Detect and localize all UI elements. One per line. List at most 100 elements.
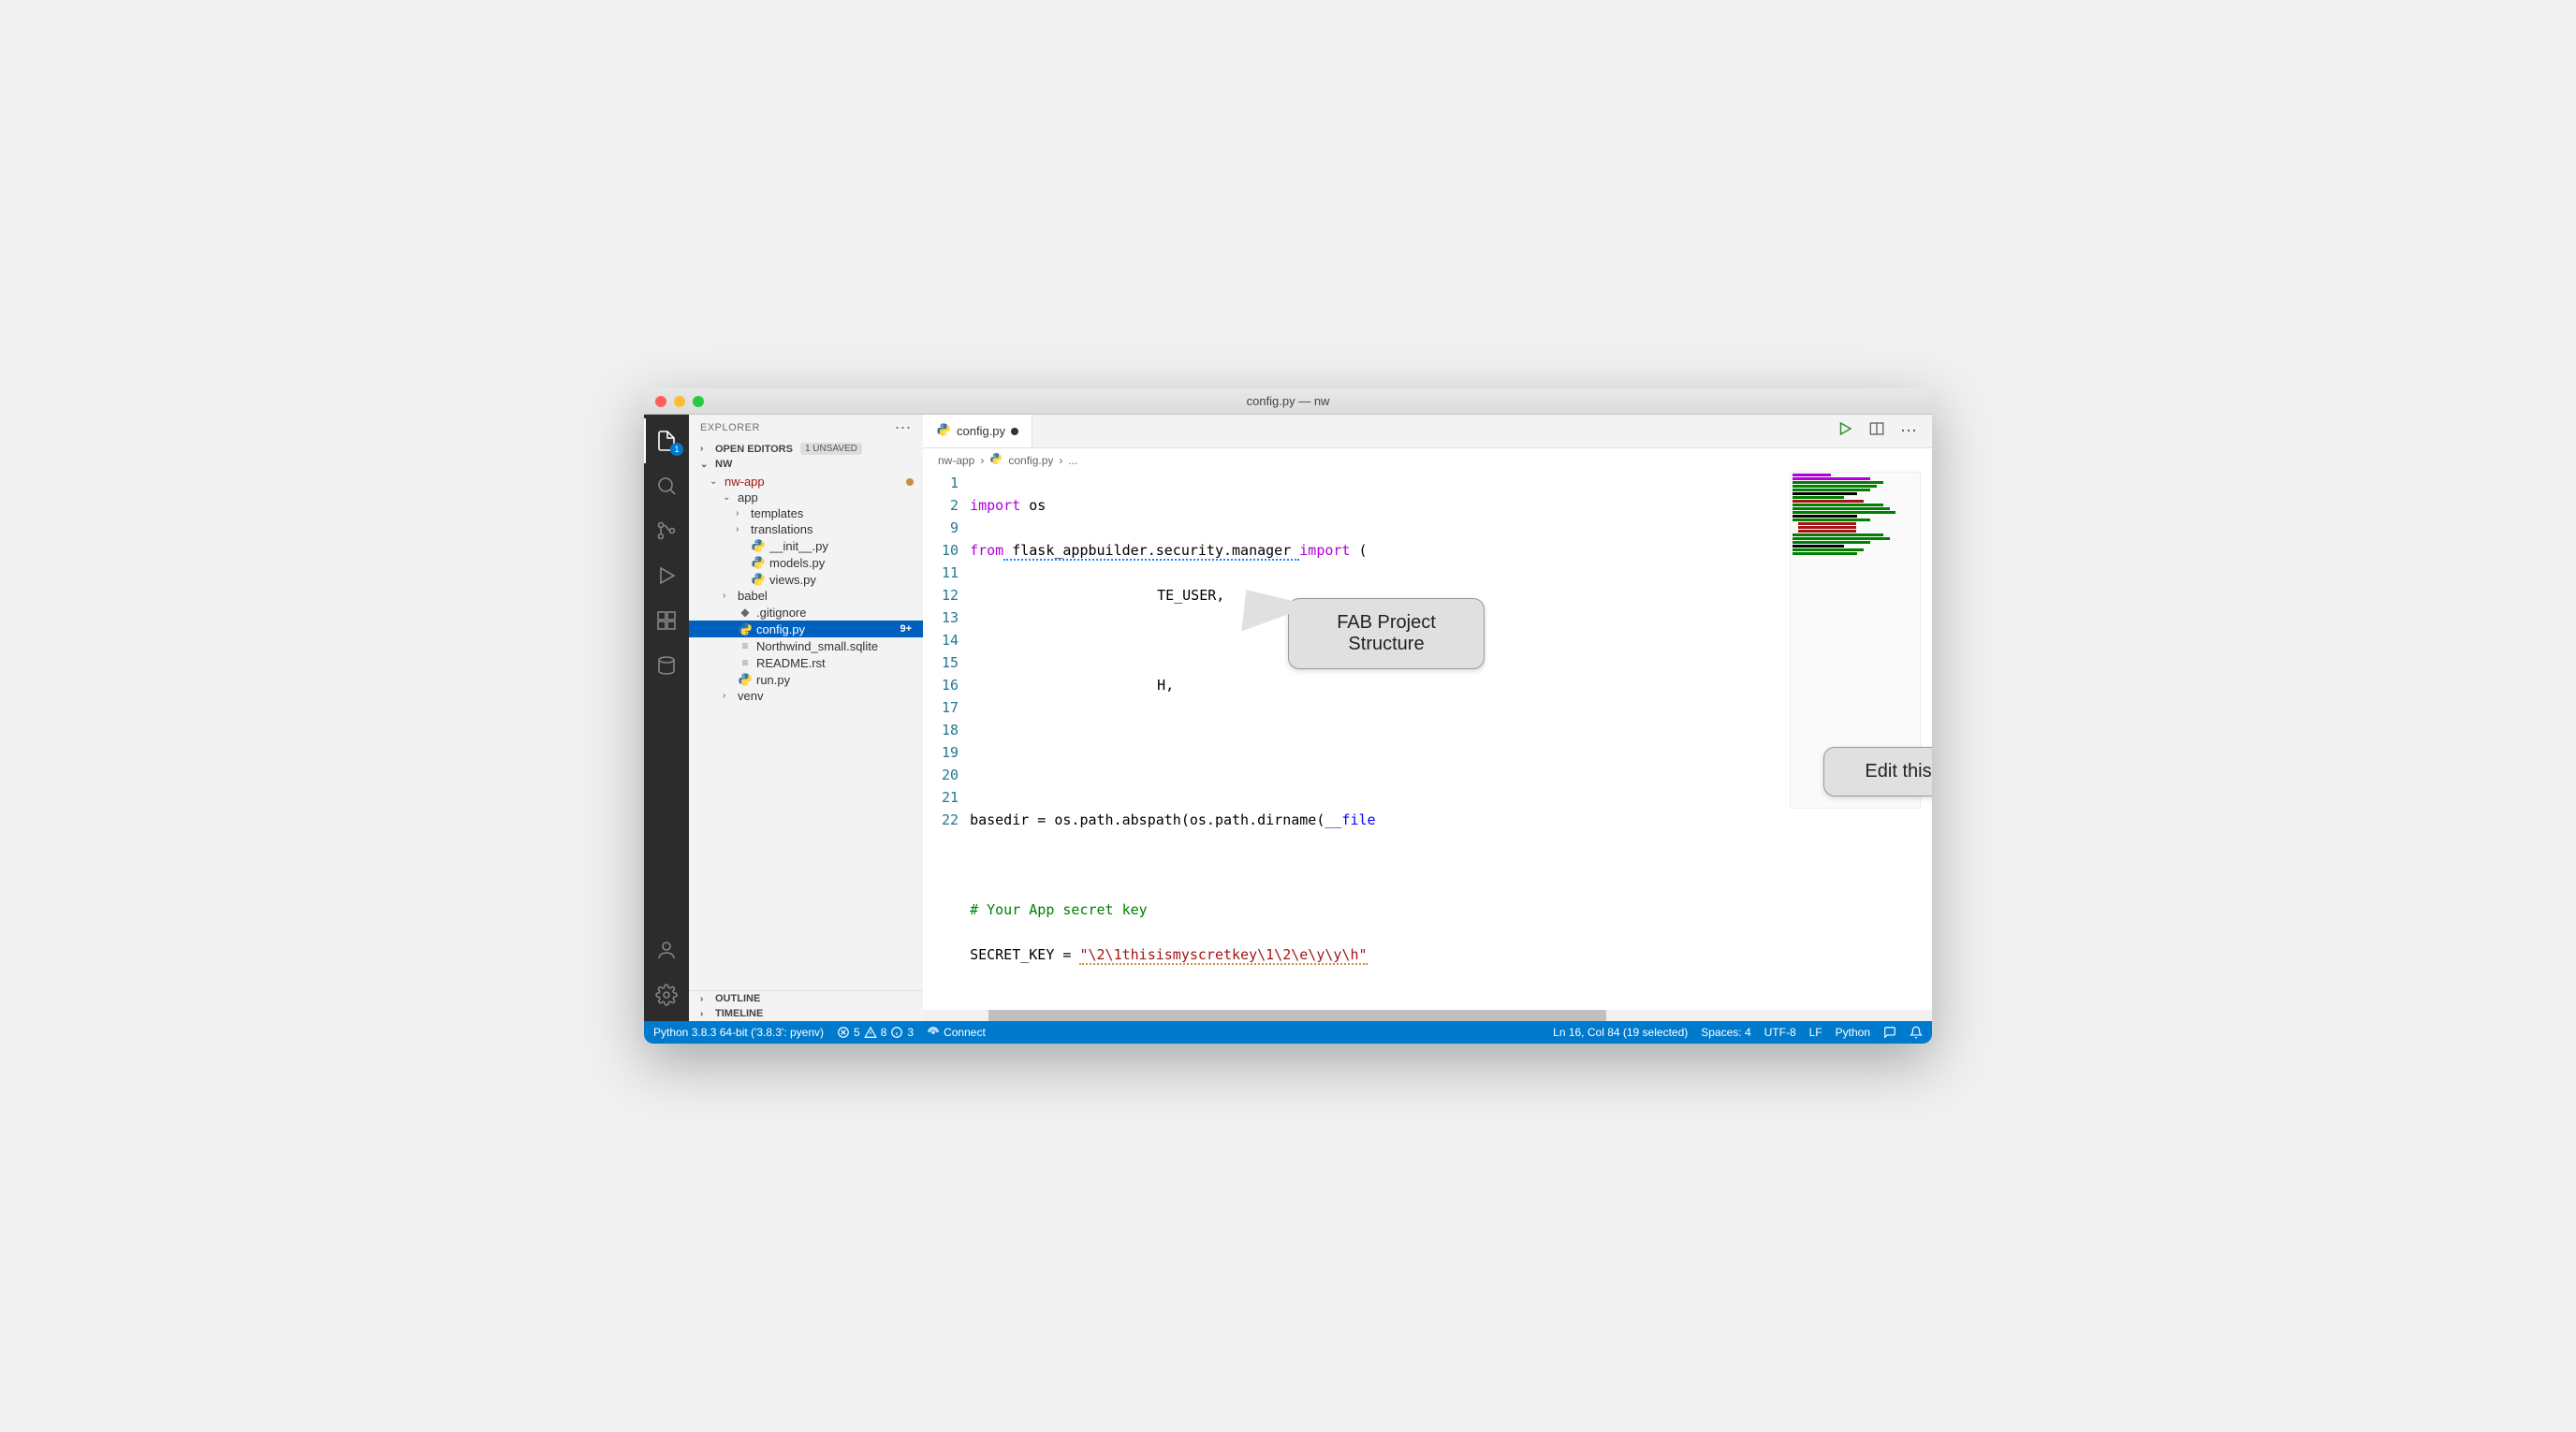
run-debug-icon[interactable] [644,553,689,598]
notifications-icon[interactable] [1910,1026,1923,1039]
python-icon [989,452,1003,468]
window-title: config.py — nw [644,394,1932,408]
tree-item-label: venv [738,689,915,703]
tree-item-translations[interactable]: › translations [689,521,923,537]
timeline-header[interactable]: › TIMELINE [689,1006,923,1021]
file-tree: ⌄nw-app⌄app›templates›translations__init… [689,472,923,990]
chevron-icon: › [736,524,747,534]
settings-icon[interactable] [644,972,689,1017]
indentation[interactable]: Spaces: 4 [1701,1026,1750,1039]
tree-item-models-py[interactable]: models.py [689,554,923,571]
tab-label: config.py [957,424,1005,438]
py-file-icon [751,538,766,553]
code-content[interactable]: import os from flask_appbuilder.security… [970,472,1932,1010]
remote-connect[interactable]: Connect [927,1026,986,1039]
editor-actions: ⋯ [1822,415,1932,447]
run-file-icon[interactable] [1837,420,1853,442]
horizontal-scrollbar[interactable] [923,1010,1932,1021]
tree-item-label: babel [738,589,915,603]
encoding[interactable]: UTF-8 [1764,1026,1796,1039]
tree-item-label: nw-app [724,475,915,489]
language-mode[interactable]: Python [1836,1026,1870,1039]
git-file-icon: ◆ [738,605,753,620]
scrollbar-thumb[interactable] [988,1010,1606,1021]
chevron-icon: › [736,508,747,519]
sidebar: EXPLORER ⋯ › OPEN EDITORS 1 UNSAVED ⌄ NW… [689,415,923,1021]
code-editor[interactable]: 12910111213141516171819202122 import os … [923,472,1932,1010]
python-interpreter[interactable]: Python 3.8.3 64-bit ('3.8.3': pyenv) [653,1026,824,1039]
open-editors-header[interactable]: › OPEN EDITORS 1 UNSAVED [689,441,923,457]
line-number: 11 [942,562,959,584]
py-file-icon [751,555,766,570]
tree-item-views-py[interactable]: views.py [689,571,923,588]
vscode-window: config.py — nw 1 [644,388,1932,1044]
db-file-icon: ≡ [738,638,753,653]
timeline-label: TIMELINE [715,1008,763,1019]
chevron-right-icon: › [980,454,984,467]
breadcrumb-part: config.py [1008,454,1053,467]
tree-item-label: app [738,490,915,504]
chevron-icon: ⌄ [723,492,734,503]
error-icon [837,1026,850,1039]
line-number-gutter: 12910111213141516171819202122 [923,472,970,1010]
workspace-header[interactable]: ⌄ NW [689,457,923,472]
tree-item-label: translations [751,522,915,536]
tree-item-label: __init__.py [769,539,915,553]
breadcrumb[interactable]: nw-app › config.py › ... [923,448,1932,472]
tree-item-run-py[interactable]: run.py [689,671,923,688]
chevron-right-icon: › [700,444,711,454]
more-actions-icon[interactable]: ⋯ [1900,421,1917,441]
account-icon[interactable] [644,928,689,972]
tab-bar: config.py ⋯ [923,415,1932,448]
explorer-badge: 1 [670,443,683,456]
problems-badge: 9+ [900,623,912,635]
extensions-icon[interactable] [644,598,689,643]
titlebar: config.py — nw [644,388,1932,415]
tree-item-label: .gitignore [756,606,915,620]
python-icon [936,422,951,440]
feedback-icon[interactable] [1883,1026,1896,1039]
breadcrumb-part: nw-app [938,454,974,467]
callout-edit: Edit this [1823,747,1932,796]
tree-item-label: Northwind_small.sqlite [756,639,915,653]
dirty-indicator-icon [1011,428,1018,435]
outline-label: OUTLINE [715,993,760,1004]
maximize-window-button[interactable] [693,396,704,407]
database-icon[interactable] [644,643,689,688]
tree-item-readme-rst[interactable]: ≡README.rst [689,654,923,671]
problems-status[interactable]: 5 8 3 [837,1026,914,1039]
split-editor-icon[interactable] [1868,420,1885,442]
eol[interactable]: LF [1809,1026,1822,1039]
tree-item-templates[interactable]: › templates [689,505,923,521]
tree-item-label: templates [751,506,915,520]
line-number: 18 [942,719,959,741]
source-control-icon[interactable] [644,508,689,553]
close-window-button[interactable] [655,396,666,407]
outline-header[interactable]: › OUTLINE [689,991,923,1006]
tree-item-nw-app[interactable]: ⌄nw-app [689,474,923,490]
txt-file-icon: ≡ [738,655,753,670]
line-number: 2 [942,494,959,517]
tree-item-app[interactable]: ⌄ app [689,490,923,505]
modified-dot-icon [906,478,914,486]
editor-tab[interactable]: config.py [923,415,1032,447]
tree-item-venv[interactable]: ›venv [689,688,923,704]
py-file-icon [738,672,753,687]
line-number: 22 [942,809,959,831]
tree-item--gitignore[interactable]: ◆.gitignore [689,604,923,621]
tree-item---init---py[interactable]: __init__.py [689,537,923,554]
line-number: 16 [942,674,959,696]
chevron-right-icon: › [1059,454,1062,467]
tree-item-label: run.py [756,673,915,687]
minimize-window-button[interactable] [674,396,685,407]
tree-item-babel[interactable]: ›babel [689,588,923,604]
tree-item-northwind-small-sqlite[interactable]: ≡Northwind_small.sqlite [689,637,923,654]
chevron-icon: ⌄ [710,476,721,487]
tree-item-label: views.py [769,573,915,587]
sidebar-footer: › OUTLINE › TIMELINE [689,990,923,1021]
workspace-label: NW [715,459,732,470]
tree-item-config-py[interactable]: config.py9+ [689,621,923,637]
explorer-icon[interactable]: 1 [644,418,689,463]
search-icon[interactable] [644,463,689,508]
cursor-position[interactable]: Ln 16, Col 84 (19 selected) [1553,1026,1688,1039]
